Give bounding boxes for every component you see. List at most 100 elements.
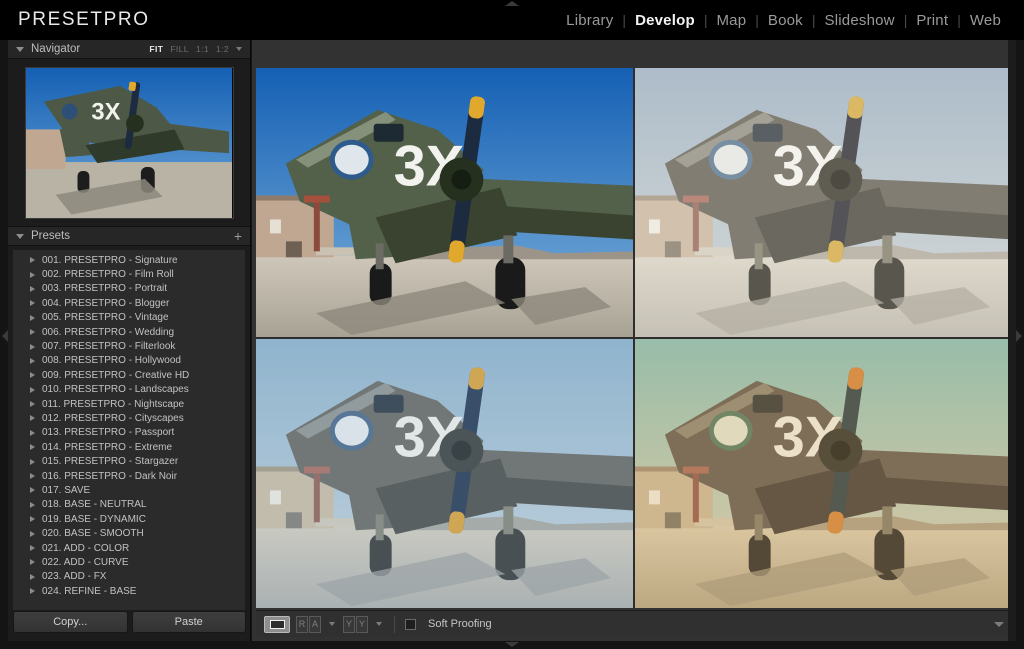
toolbar-options-chevron-down-icon[interactable] [994, 621, 1004, 627]
list-item[interactable]: 012. PRESETPRO - Cityscapes [13, 411, 245, 425]
presets-list[interactable]: 001. PRESETPRO - Signature 002. PRESETPR… [13, 250, 245, 610]
disclosure-triangle-icon[interactable] [16, 46, 24, 52]
preset-label: 002. PRESETPRO - Film Roll [42, 269, 174, 281]
list-item[interactable]: 003. PRESETPRO - Portrait [13, 282, 245, 296]
preset-label: 022. ADD - CURVE [42, 556, 129, 568]
list-item[interactable]: 014. PRESETPRO - Extreme [13, 440, 245, 454]
list-item[interactable]: 007. PRESETPRO - Filterlook [13, 339, 245, 353]
expand-triangle-icon[interactable] [30, 501, 35, 508]
preset-label: 005. PRESETPRO - Vintage [42, 312, 169, 324]
module-book[interactable]: Book [759, 12, 812, 29]
list-item[interactable]: 013. PRESETPRO - Passport [13, 426, 245, 440]
list-item[interactable]: 024. REFINE - BASE [13, 584, 245, 598]
expand-triangle-icon[interactable] [30, 357, 35, 364]
aircraft-photo-cool-matte: 3X [256, 339, 633, 608]
list-item[interactable]: 023. ADD - FX [13, 570, 245, 584]
bottom-panel-collapse-arrow-icon[interactable] [505, 642, 519, 647]
toolbar-divider [394, 615, 395, 633]
copy-button[interactable]: Copy... [13, 611, 128, 633]
expand-triangle-icon[interactable] [30, 314, 35, 321]
expand-triangle-icon[interactable] [30, 271, 35, 278]
preview-quadrant-original-vivid[interactable]: 3X [256, 68, 633, 337]
navigator-thumbnail[interactable]: 3X [24, 66, 234, 219]
preset-label: 014. PRESETPRO - Extreme [42, 441, 173, 453]
expand-triangle-icon[interactable] [30, 473, 35, 480]
expand-triangle-icon[interactable] [30, 415, 35, 422]
disclosure-triangle-icon[interactable] [16, 233, 24, 239]
list-item[interactable]: 002. PRESETPRO - Film Roll [13, 267, 245, 281]
list-item[interactable]: 020. BASE - SMOOTH [13, 526, 245, 540]
list-item[interactable]: 011. PRESETPRO - Nightscape [13, 397, 245, 411]
list-item[interactable]: 006. PRESETPRO - Wedding [13, 325, 245, 339]
list-item[interactable]: 004. PRESETPRO - Blogger [13, 296, 245, 310]
expand-triangle-icon[interactable] [30, 257, 35, 264]
zoom-fit-button[interactable]: FIT [149, 44, 163, 54]
expand-triangle-icon[interactable] [30, 573, 35, 580]
top-panel-collapse-arrow-icon[interactable] [505, 1, 519, 6]
module-slideshow[interactable]: Slideshow [816, 12, 904, 29]
preset-label: 006. PRESETPRO - Wedding [42, 326, 175, 338]
preset-label: 021. ADD - COLOR [42, 542, 130, 554]
svg-text:3X: 3X [91, 98, 120, 125]
preset-label: 017. SAVE [42, 484, 91, 496]
preview-quadrant-warm-vintage-teal[interactable]: 3X [635, 339, 1012, 608]
navigator-zoom-controls: FIT FILL 1:1 1:2 [149, 44, 242, 54]
expand-triangle-icon[interactable] [30, 343, 35, 350]
expand-triangle-icon[interactable] [30, 458, 35, 465]
expand-triangle-icon[interactable] [30, 386, 35, 393]
list-item[interactable]: 017. SAVE [13, 483, 245, 497]
navigator-title: Navigator [31, 43, 81, 55]
expand-triangle-icon[interactable] [30, 444, 35, 451]
preset-label: 019. BASE - DYNAMIC [42, 513, 146, 525]
list-item[interactable]: 018. BASE - NEUTRAL [13, 498, 245, 512]
zoom-1-1-button[interactable]: 1:1 [196, 44, 209, 54]
expand-triangle-icon[interactable] [30, 300, 35, 307]
preview-quadrant-faded-desaturated[interactable]: 3X [635, 68, 1012, 337]
module-develop[interactable]: Develop [626, 12, 704, 29]
list-item[interactable]: 009. PRESETPRO - Creative HD [13, 368, 245, 382]
expand-triangle-icon[interactable] [30, 545, 35, 551]
module-library[interactable]: Library [557, 12, 622, 29]
expand-triangle-icon[interactable] [30, 588, 35, 595]
add-preset-icon[interactable]: + [234, 229, 242, 243]
expand-triangle-icon[interactable] [30, 559, 35, 566]
loupe-view-button[interactable] [264, 615, 290, 633]
list-item[interactable]: 008. PRESETPRO - Hollywood [13, 354, 245, 368]
right-panel-collapse-arrow-icon[interactable] [1016, 330, 1022, 342]
list-item[interactable]: 001. PRESETPRO - Signature [13, 253, 245, 267]
split-view-button[interactable]: Y Y [343, 615, 368, 633]
copy-paste-bar: Copy... Paste [13, 611, 246, 633]
expand-triangle-icon[interactable] [30, 429, 35, 436]
list-item[interactable]: 010. PRESETPRO - Landscapes [13, 383, 245, 397]
list-item[interactable]: 022. ADD - CURVE [13, 555, 245, 569]
before-after-chevron-down-icon[interactable] [329, 622, 335, 626]
list-item[interactable]: 015. PRESETPRO - Stargazer [13, 454, 245, 468]
before-after-view-button[interactable]: R A [296, 615, 321, 633]
expand-triangle-icon[interactable] [30, 516, 35, 523]
expand-triangle-icon[interactable] [30, 329, 35, 336]
list-item[interactable]: 005. PRESETPRO - Vintage [13, 311, 245, 325]
navigator-panel-header[interactable]: Navigator FIT FILL 1:1 1:2 [8, 40, 250, 59]
zoom-ratio-chevron-down-icon[interactable] [236, 47, 242, 51]
list-item[interactable]: 019. BASE - DYNAMIC [13, 512, 245, 526]
zoom-fill-button[interactable]: FILL [170, 44, 189, 54]
zoom-1-2-button[interactable]: 1:2 [216, 44, 229, 54]
expand-triangle-icon[interactable] [30, 285, 35, 292]
list-item[interactable]: 021. ADD - COLOR [13, 541, 245, 555]
presets-panel-header[interactable]: Presets + [8, 226, 250, 246]
expand-triangle-icon[interactable] [30, 487, 35, 494]
paste-button[interactable]: Paste [131, 611, 246, 633]
expand-triangle-icon[interactable] [30, 401, 35, 408]
preview-quadrant-cool-matte[interactable]: 3X [256, 339, 633, 608]
list-item[interactable]: 016. PRESETPRO - Dark Noir [13, 469, 245, 483]
module-print[interactable]: Print [907, 12, 957, 29]
module-web[interactable]: Web [961, 12, 1010, 29]
module-map[interactable]: Map [707, 12, 755, 29]
right-panel-collapsed[interactable] [1008, 40, 1016, 641]
preset-label: 013. PRESETPRO - Passport [42, 427, 175, 439]
split-view-chevron-down-icon[interactable] [376, 622, 382, 626]
expand-triangle-icon[interactable] [30, 530, 35, 537]
presets-title: Presets [31, 230, 70, 242]
soft-proofing-checkbox[interactable] [405, 618, 416, 630]
expand-triangle-icon[interactable] [30, 372, 35, 379]
